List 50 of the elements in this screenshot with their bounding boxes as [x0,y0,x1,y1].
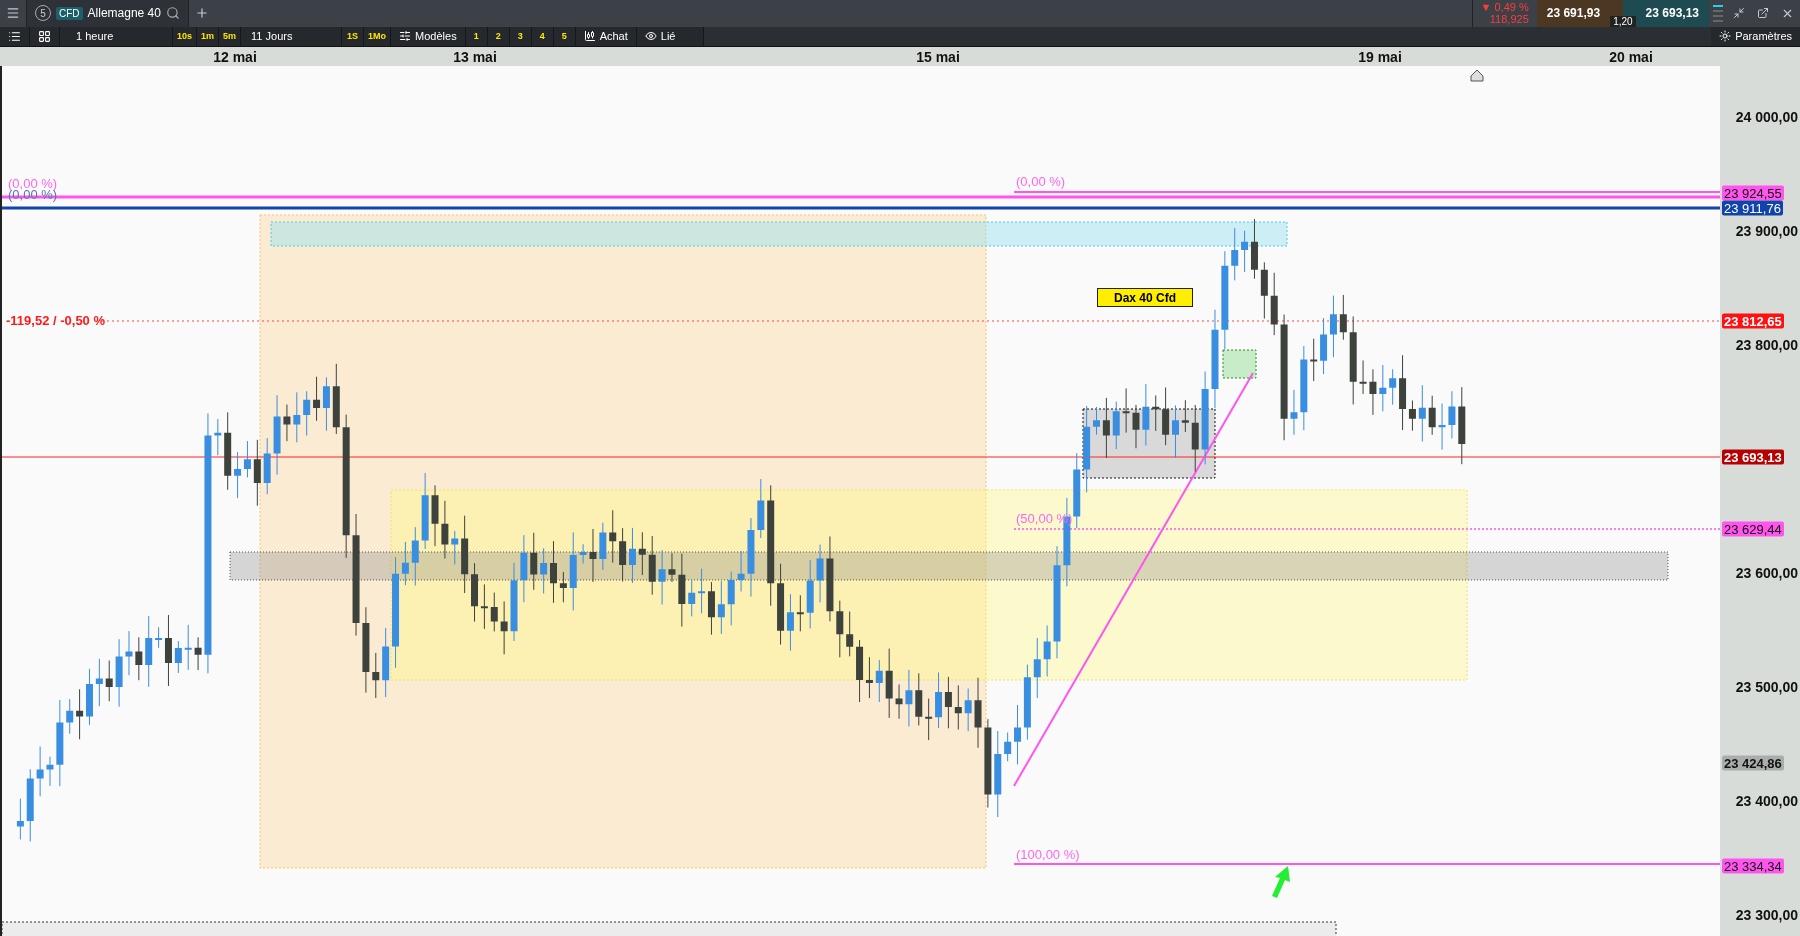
arrow-icon [1272,866,1290,898]
date-label: 19 mai [1358,49,1402,66]
interval-select[interactable]: 1 heure [60,26,173,47]
price-tag: 23 812,65 [1722,313,1784,329]
change-points: 118,925 [1489,13,1529,26]
price-tick: 23 600,00 [1735,565,1798,581]
sliders-icon [399,30,412,43]
settings-icon [1719,30,1732,43]
price-tag: 23 693,13 [1722,449,1784,465]
price-tag: 23 629,44 [1722,521,1784,537]
date-label: 20 mai [1609,49,1653,66]
cfd-badge: CFD [56,6,83,20]
price-tick: 24 000,00 [1735,109,1798,125]
spread-value: 1,20 [1610,15,1636,27]
instrument-flag: Dax 40 Cfd [1097,288,1193,307]
price-tick: 23 900,00 [1735,223,1798,239]
level-label: -119,52 / -0,50 % [6,313,105,328]
price-change: ▼ 0,49 % [1480,1,1529,14]
search-icon[interactable] [165,6,180,21]
sell-price[interactable]: 23 691,93 [1536,0,1611,27]
instrument-tab[interactable]: 5 CFD Allemagne 40 [26,0,189,27]
date-label: 13 mai [453,49,497,66]
interval-button[interactable]: 10s [173,26,198,47]
price-tag: 23 424,86 [1722,755,1784,771]
signal-box [1222,349,1257,379]
buy-price[interactable]: 23 693,13 [1635,0,1709,27]
date-label: 12 mai [213,49,257,66]
date-label: 15 mai [916,49,960,66]
candles-icon [583,30,596,43]
level-label: (100,00 %) [1016,847,1080,862]
home-marker-icon [1470,69,1484,82]
price-tick: 23 500,00 [1735,679,1798,695]
price-tick: 23 300,00 [1735,907,1798,923]
range-select[interactable]: 11 Jours [241,26,343,47]
price-tick: 23 400,00 [1735,793,1798,809]
price-tick: 23 800,00 [1735,337,1798,353]
level-label: (0,00 %) [1016,174,1066,189]
list-icon[interactable] [0,26,30,47]
interval-button[interactable]: 5m [219,26,242,47]
eye-icon [644,30,657,43]
price-tag: 23 334,34 [1722,858,1784,874]
instrument-name: Allemagne 40 [87,6,161,21]
price-tag: 23 911,76 [1722,200,1783,216]
settings-button[interactable]: Paramètres [1711,26,1800,47]
range-button[interactable]: 1S [342,26,365,47]
interval-button[interactable]: 1m [197,26,220,47]
price-tag: 23 924,55 [1722,185,1784,201]
templates-button[interactable]: Modèles [391,26,466,47]
level-label: (0,00 %) [8,176,58,191]
grid-icon[interactable] [30,26,60,47]
